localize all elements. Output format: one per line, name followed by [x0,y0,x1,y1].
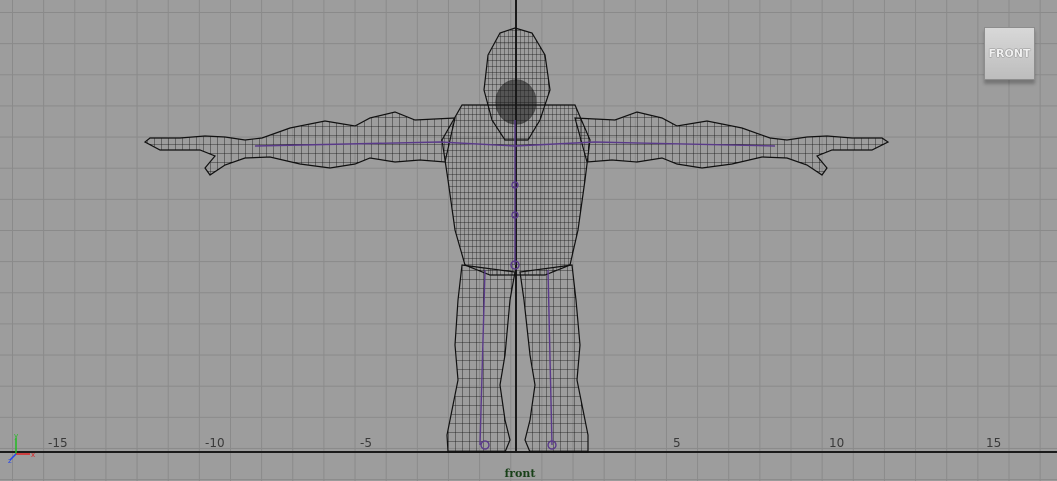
gizmo-x-label: x [31,451,35,459]
camera-name-label: front [504,467,536,480]
skeleton-joints [254,120,776,450]
axis-gizmo-icon: y z x [8,432,35,464]
gizmo-y-label: y [14,432,18,440]
right-leg-mesh [519,264,589,453]
wire-outline [143,27,890,453]
view-cube-front[interactable]: FRONT [984,27,1035,80]
gizmo-z-label: z [8,457,12,464]
right-arm-mesh [574,111,890,176]
gorilla-wireframe-mesh[interactable] [0,0,1057,481]
front-viewport[interactable]: -15 -10 -5 5 10 15 y z x FRONT front [0,0,1057,481]
face-mesh [495,79,537,125]
left-arm-mesh [143,111,456,176]
